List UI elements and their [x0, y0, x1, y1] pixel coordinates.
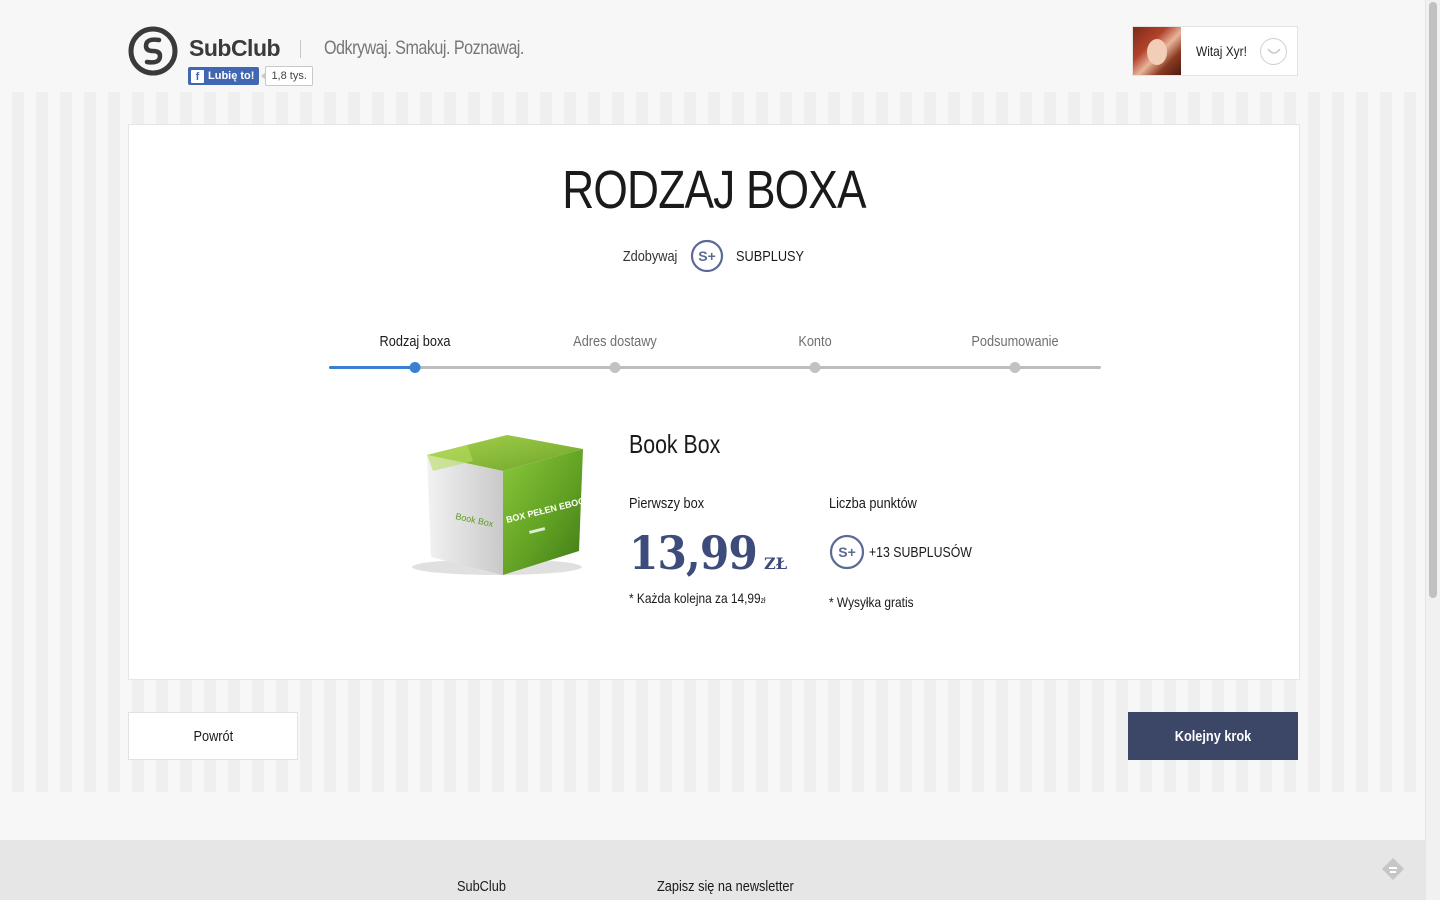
step-dot-box-type	[409, 362, 421, 373]
step-summary: Podsumowanie	[971, 333, 1059, 350]
step-dot-account	[809, 362, 821, 373]
brand-name[interactable]: SubClub	[189, 35, 281, 62]
next-box-note: * Każda kolejna za 14,99zł	[629, 590, 799, 606]
page-title: RODZAJ BOXA	[562, 160, 866, 220]
step-dot-shipping-address	[609, 362, 621, 373]
earn-label: Zdobywaj	[622, 247, 678, 265]
next-box-note-text: * Każda kolejna za 14,99	[629, 590, 761, 606]
chevron-down-icon	[1266, 47, 1281, 54]
first-box-label: Pierwszy box	[629, 495, 705, 512]
box-type-card: RODZAJ BOXA Zdobywaj S+ SUBPLUSY Rodzaj …	[128, 124, 1300, 680]
facebook-like-widget: f Lubię to! 1,8 tys.	[188, 66, 313, 86]
avatar	[1133, 27, 1181, 75]
next-box-note-currency: zł	[760, 596, 766, 605]
footer: SubClub Zapisz się na newsletter	[0, 840, 1425, 900]
subclub-logo-icon[interactable]	[128, 26, 178, 76]
brand-divider	[300, 40, 301, 58]
page: SubClub Odkrywaj. Smakuj. Poznawaj. f Lu…	[0, 0, 1425, 900]
checkout-steps: Rodzaj boxa Adres dostawy Konto Podsumow…	[329, 329, 1101, 379]
footer-subclub-heading: SubClub	[457, 878, 506, 895]
feedly-icon[interactable]	[1380, 856, 1406, 882]
subplus-badge-icon: S+	[829, 534, 865, 570]
user-menu[interactable]: Witaj Xyr!	[1132, 26, 1298, 76]
price: 13,99 ZŁ	[629, 526, 829, 580]
facebook-icon: f	[191, 69, 204, 83]
svg-text:S+: S+	[838, 544, 856, 560]
next-step-button[interactable]: Kolejny krok	[1128, 712, 1298, 760]
header: SubClub Odkrywaj. Smakuj. Poznawaj. f Lu…	[0, 0, 1425, 92]
book-box-image: Book Box BOX PEŁEN EBOOKÓW	[412, 435, 585, 575]
scrollbar[interactable]	[1425, 0, 1440, 900]
points-label: Liczba punktów	[829, 495, 917, 512]
points-column: Liczba punktów S+ +13 SUBPLUSÓW * Wysyłk…	[829, 495, 1049, 610]
user-menu-icon[interactable]	[1260, 38, 1287, 65]
subplus-badge-icon: S+	[690, 239, 724, 273]
user-greeting: Witaj Xyr!	[1196, 43, 1247, 59]
facebook-like-button[interactable]: f Lubię to!	[188, 67, 260, 85]
price-currency: ZŁ	[764, 554, 788, 573]
step-shipping-address: Adres dostawy	[573, 333, 657, 350]
footer-newsletter-heading: Zapisz się na newsletter	[657, 878, 794, 895]
scrollbar-thumb[interactable]	[1429, 2, 1437, 598]
step-box-type: Rodzaj boxa	[379, 333, 451, 350]
price-column: Pierwszy box 13,99 ZŁ * Każda kolejna za…	[629, 495, 829, 606]
next-step-button-label: Kolejny krok	[1174, 727, 1252, 745]
svg-text:S+: S+	[698, 248, 716, 264]
progress-fill	[329, 366, 415, 369]
facebook-like-count: 1,8 tys.	[261, 66, 313, 86]
earn-value: SUBPLUSY	[736, 247, 805, 265]
progress-track	[329, 366, 1101, 369]
shipping-note: * Wysyłka gratis	[829, 594, 914, 610]
facebook-like-label: Lubię to!	[208, 70, 255, 82]
price-value: 13,99	[629, 526, 758, 580]
back-button[interactable]: Powrót	[128, 712, 298, 760]
product-name: Book Box	[629, 429, 721, 459]
step-dot-summary	[1009, 362, 1021, 373]
points-value: +13 SUBPLUSÓW	[869, 543, 972, 561]
earn-subplus-row: Zdobywaj S+ SUBPLUSY	[129, 239, 1299, 273]
step-account: Konto	[798, 333, 832, 350]
back-button-label: Powrót	[193, 727, 233, 745]
points-row: S+ +13 SUBPLUSÓW	[829, 534, 1049, 570]
tagline: Odkrywaj. Smakuj. Poznawaj.	[324, 38, 524, 59]
